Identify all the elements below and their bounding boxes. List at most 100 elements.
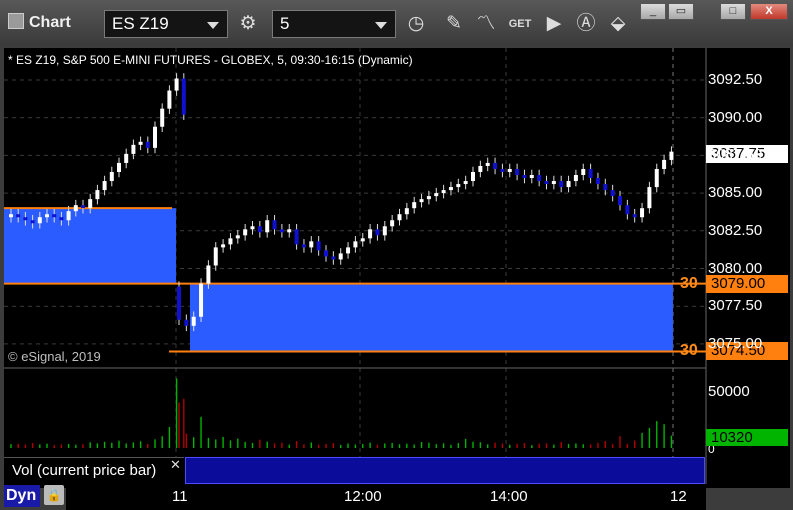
candle-body: [9, 214, 13, 218]
play-icon[interactable]: ▶: [540, 10, 568, 38]
alert-icon[interactable]: Ⓐ: [572, 10, 600, 38]
order-top-price[interactable]: 3079.00: [706, 275, 788, 293]
candle-body: [448, 187, 453, 191]
candle-body: [294, 229, 299, 245]
candle-body: [228, 238, 233, 245]
time-tick-label: 14:00: [490, 488, 528, 505]
candle-body: [640, 208, 645, 218]
chevron-down-icon: [375, 22, 387, 29]
candle-body: [153, 126, 157, 148]
candle-body: [419, 199, 424, 203]
candle-body: [174, 78, 179, 91]
candle-body: [117, 162, 121, 172]
candle-body: [30, 220, 35, 224]
interval-value: 5: [280, 14, 290, 33]
gear-icon[interactable]: ⚙: [234, 10, 262, 38]
get-icon[interactable]: GET: [506, 10, 534, 38]
candle-body: [551, 181, 556, 185]
candle-body: [124, 153, 129, 163]
order-top-qty[interactable]: 30: [680, 275, 698, 293]
price-plot[interactable]: [4, 48, 790, 488]
candle-body: [287, 229, 292, 233]
time-tick-label: 11: [172, 488, 188, 505]
candle-body: [566, 181, 571, 188]
price-tick-label: 3090.00: [708, 108, 763, 126]
time-tick-label: 12:00: [344, 488, 382, 505]
candle-body: [559, 181, 564, 188]
symbol-value: ES Z19: [112, 14, 169, 33]
candle-body: [375, 229, 380, 236]
candle-body: [485, 162, 490, 166]
candle-body: [206, 265, 211, 284]
candle-body: [618, 196, 622, 206]
candle-body: [441, 190, 446, 194]
candle-body: [544, 181, 549, 185]
candle-body: [181, 78, 186, 115]
copyright-text: © eSignal, 2019: [8, 349, 101, 364]
restore-button[interactable]: ▭: [668, 3, 694, 20]
candle-body: [397, 214, 402, 221]
price-tick-label: 3075.00: [708, 334, 763, 352]
symbol-combo[interactable]: ES Z19: [104, 10, 228, 38]
price-tick-label: 3087.50: [708, 146, 763, 164]
chart-header: * ES Z19, S&P 500 E-MINI FUTURES - GLOBE…: [8, 53, 413, 67]
candle-body: [184, 319, 189, 326]
window-title: Chart: [8, 13, 71, 32]
minimize-button[interactable]: _: [640, 3, 666, 20]
candle-body: [500, 168, 505, 172]
order-bottom-qty[interactable]: 30: [680, 342, 698, 360]
close-button[interactable]: X: [750, 3, 788, 20]
candle-body: [603, 184, 608, 191]
candle-body: [66, 211, 71, 221]
candle-body: [221, 244, 226, 248]
candle-body: [316, 241, 321, 251]
candle-body: [272, 220, 277, 230]
candle-body: [478, 165, 483, 172]
candle-body: [507, 168, 512, 172]
candle-body: [138, 141, 143, 145]
chevron-down-icon: [207, 22, 219, 29]
candle-body: [131, 144, 136, 154]
candle-body: [368, 229, 373, 239]
tools-icon[interactable]: ⬙: [604, 10, 632, 38]
candle-body: [669, 151, 674, 160]
candle-body: [309, 241, 314, 248]
candle-body: [434, 193, 439, 197]
candle-body: [588, 168, 593, 179]
candle-body: [213, 247, 218, 266]
candle-body: [412, 202, 417, 209]
candle-body: [360, 238, 365, 242]
candle-body: [662, 159, 667, 169]
close-icon[interactable]: ✕: [170, 457, 181, 473]
maximize-button[interactable]: □: [720, 3, 746, 20]
title-bar[interactable]: Chart ES Z19 ⚙ 5 ◷ ✎ 〽 GET ▶ Ⓐ ⬙ _ ▭ □ X: [0, 0, 793, 46]
lock-icon[interactable]: 🔒: [44, 485, 64, 505]
candle-body: [235, 235, 240, 239]
candle-body: [109, 171, 114, 182]
dyn-button[interactable]: Dyn: [4, 485, 40, 507]
candle-body: [522, 175, 527, 179]
candle-body: [382, 226, 387, 236]
pencil-icon[interactable]: ✎: [440, 10, 468, 38]
clock-icon[interactable]: ◷: [402, 10, 430, 38]
volume-panel-label[interactable]: Vol (current price bar): [4, 457, 184, 484]
interval-combo[interactable]: 5: [272, 10, 396, 38]
time-axis: [66, 484, 706, 510]
candle-body: [353, 241, 358, 248]
candle-body: [88, 199, 93, 209]
candle-body: [167, 90, 172, 109]
volume-panel-bar: [185, 457, 705, 484]
chart-window-icon: [8, 13, 24, 29]
candle-body: [581, 168, 586, 176]
candle-body: [243, 229, 248, 236]
volume-tick-label: 50000: [708, 383, 750, 400]
candle-body: [324, 250, 328, 257]
candle-body: [404, 208, 409, 215]
volume-value-label: 10320: [706, 429, 788, 446]
candle-body: [456, 184, 461, 188]
chart-area[interactable]: [4, 48, 790, 488]
price-tick-label: 3085.00: [708, 184, 763, 202]
studies-icon[interactable]: 〽: [472, 10, 500, 38]
candle-body: [45, 214, 49, 218]
candle-body: [16, 214, 21, 218]
